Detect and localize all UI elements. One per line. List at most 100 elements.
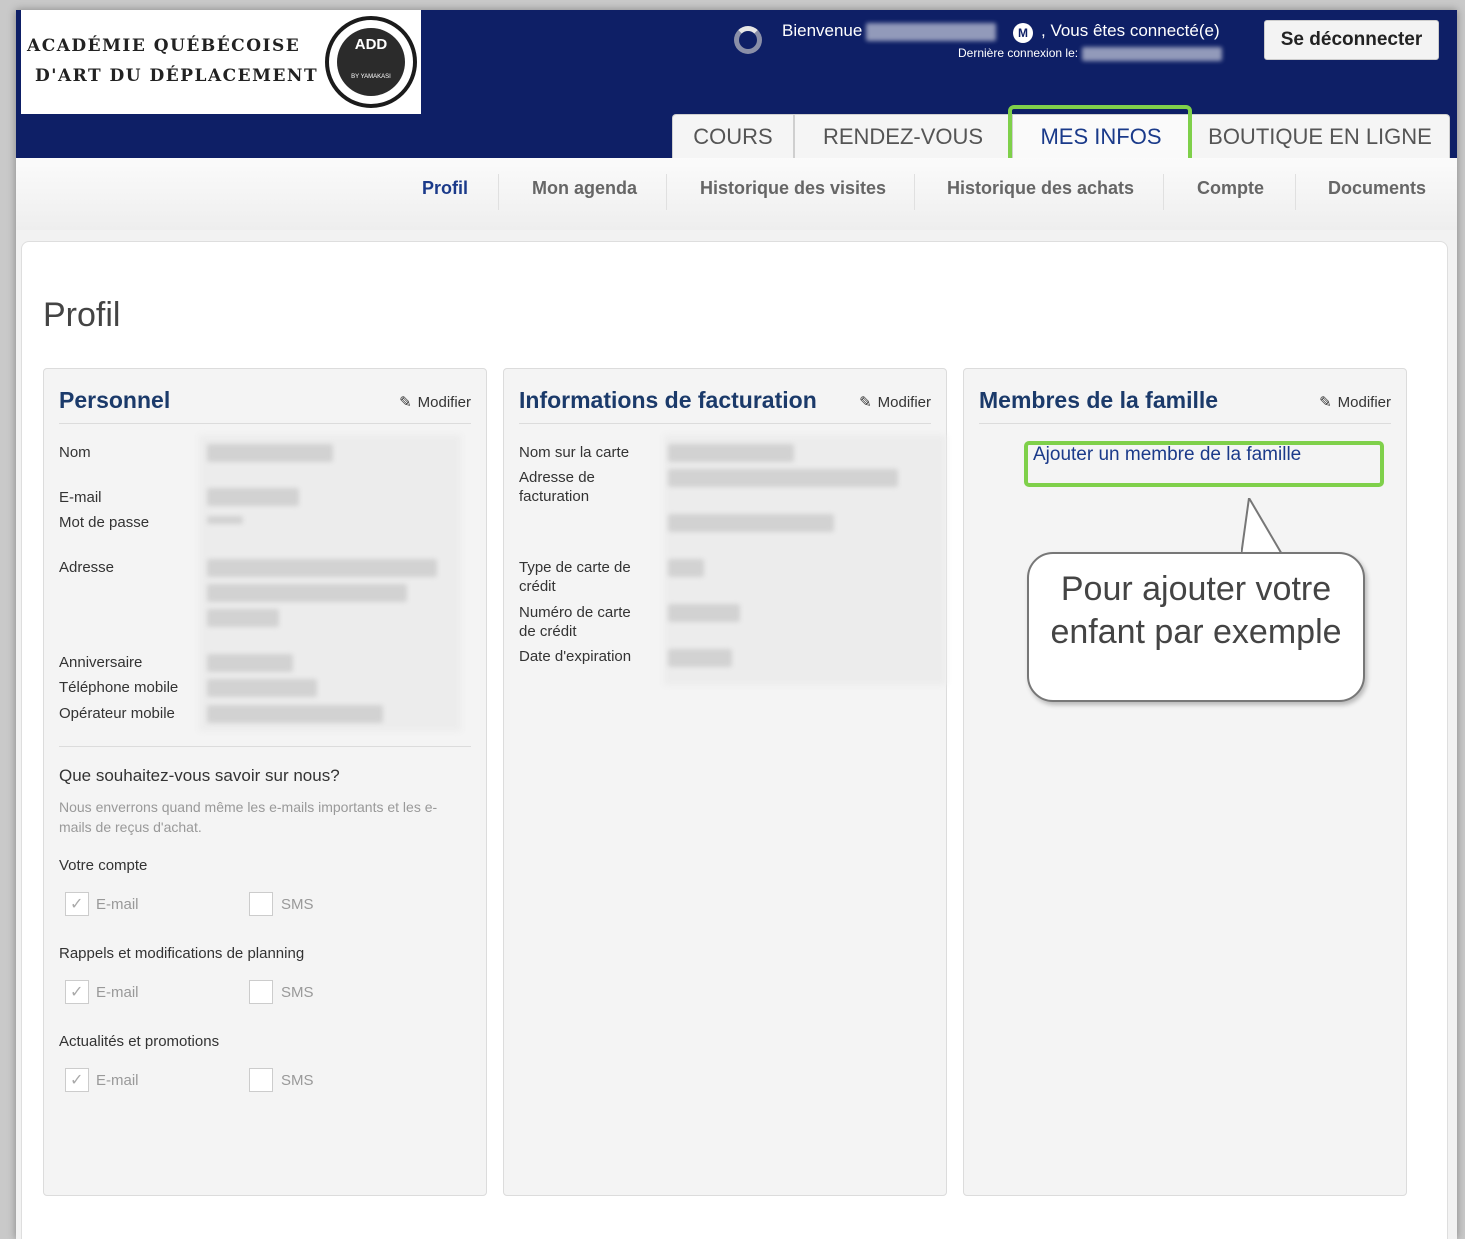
label-address: Adresse — [59, 559, 115, 576]
add-member-highlight-box — [1024, 441, 1384, 487]
panel-divider — [979, 423, 1391, 424]
connected-status: , Vous êtes connecté(e) — [1041, 21, 1220, 40]
label-mobile: Téléphone mobile — [59, 679, 179, 696]
group-label-reminders: Rappels et modifications de planning — [59, 945, 305, 962]
subnav-profil[interactable]: Profil — [422, 178, 468, 200]
value-birthday — [207, 654, 293, 672]
label-card-type-2: crédit — [519, 578, 556, 595]
value-address-3 — [207, 609, 279, 627]
checkbox-label-email: E-mail — [96, 896, 139, 913]
brand-line-2: D'ART DU DÉPLACEMENT — [35, 66, 319, 86]
checkbox-label-sms: SMS — [281, 1072, 314, 1089]
value-card-number — [668, 604, 740, 622]
checkbox-reminders-sms[interactable] — [249, 980, 273, 1004]
personal-edit-button[interactable]: ✎ Modifier — [399, 393, 471, 411]
logout-button[interactable]: Se déconnecter — [1264, 20, 1439, 60]
checkbox-account-email[interactable] — [65, 892, 89, 916]
sub-navigation: Profil Mon agenda Historique des visites… — [16, 158, 1457, 230]
subnav-divider — [1295, 174, 1296, 210]
subnav-divider — [666, 174, 667, 210]
last-login-value-redacted — [1082, 46, 1223, 61]
tab-cours[interactable]: COURS — [672, 114, 794, 158]
last-login: Dernière connexion le: — [958, 46, 1223, 61]
app-window: ACADÉMIE QUÉBÉCOISE D'ART DU DÉPLACEMENT… — [16, 10, 1457, 1239]
value-expiry — [668, 649, 732, 667]
group-label-account: Votre compte — [59, 857, 148, 874]
panel-divider — [519, 423, 931, 424]
checkbox-label-email: E-mail — [96, 1072, 139, 1089]
value-billing-address-2 — [668, 514, 834, 532]
panel-divider — [59, 746, 471, 747]
header-bar: ACADÉMIE QUÉBÉCOISE D'ART DU DÉPLACEMENT… — [16, 10, 1457, 166]
label-email: E-mail — [59, 489, 102, 506]
checkbox-news-email[interactable] — [65, 1068, 89, 1092]
label-nom: Nom — [59, 444, 91, 461]
label-expiry: Date d'expiration — [519, 648, 632, 665]
subnav-divider — [498, 174, 499, 210]
label-billing-address-2: facturation — [519, 488, 590, 505]
subnav-historique-visites[interactable]: Historique des visites — [700, 178, 886, 200]
label-card-number-1: Numéro de carte — [519, 604, 631, 621]
subnav-compte[interactable]: Compte — [1197, 178, 1264, 200]
value-billing-address-1 — [668, 469, 898, 487]
checkbox-label-email: E-mail — [96, 984, 139, 1001]
billing-edit-button[interactable]: ✎ Modifier — [859, 393, 931, 411]
label-carrier: Opérateur mobile — [59, 705, 175, 722]
family-edit-label: Modifier — [1337, 394, 1391, 411]
label-billing-address-1: Adresse de — [519, 469, 595, 486]
value-address-2 — [207, 584, 407, 602]
tab-highlight-box — [1008, 105, 1192, 166]
page-title: Profil — [43, 296, 121, 334]
subnav-historique-achats[interactable]: Historique des achats — [947, 178, 1134, 200]
content-card: Profil Personnel ✎ Modifier Nom E-mail Mo… — [21, 241, 1448, 1239]
checkbox-label-sms: SMS — [281, 984, 314, 1001]
family-edit-button[interactable]: ✎ Modifier — [1319, 393, 1391, 411]
value-password — [207, 516, 243, 524]
emblem-sub: BY YAMAKASI — [351, 74, 391, 80]
personal-panel: Personnel ✎ Modifier Nom E-mail Mot de pa… — [43, 368, 487, 1196]
billing-edit-label: Modifier — [877, 394, 931, 411]
user-name-redacted — [866, 22, 997, 41]
prefs-title: Que souhaitez-vous savoir sur nous? — [59, 766, 340, 785]
pencil-icon: ✎ — [399, 394, 412, 411]
subnav-divider — [914, 174, 915, 210]
value-nom — [207, 444, 333, 462]
prefs-hint: Nous enverrons quand même les e-mails im… — [59, 799, 438, 835]
welcome-text: Bienvenue — [782, 21, 1000, 41]
value-address-1 — [207, 559, 437, 577]
tab-boutique[interactable]: BOUTIQUE EN LIGNE — [1190, 114, 1450, 158]
checkbox-label-sms: SMS — [281, 896, 314, 913]
value-carrier — [207, 705, 383, 723]
label-card-name: Nom sur la carte — [519, 444, 630, 461]
label-card-number-2: de crédit — [519, 623, 577, 640]
subnav-mon-agenda[interactable]: Mon agenda — [532, 178, 637, 200]
subnav-divider — [1163, 174, 1164, 210]
group-label-news: Actualités et promotions — [59, 1033, 220, 1050]
subnav-documents[interactable]: Documents — [1328, 178, 1426, 200]
label-card-type-1: Type de carte de — [519, 559, 631, 576]
billing-panel: Informations de facturation ✎ Modifier No… — [503, 368, 947, 1196]
panel-divider — [59, 423, 471, 424]
personal-edit-label: Modifier — [417, 394, 471, 411]
personal-title: Personnel — [59, 387, 171, 413]
welcome-label: Bienvenue — [782, 21, 863, 40]
callout-bubble: Pour ajouter votre enfant par exemple — [1027, 552, 1365, 702]
user-badge-icon[interactable]: M — [1013, 23, 1033, 43]
brand-logo[interactable]: ACADÉMIE QUÉBÉCOISE D'ART DU DÉPLACEMENT… — [21, 10, 421, 114]
family-panel: Membres de la famille ✎ Modifier — [963, 368, 1407, 1196]
label-password: Mot de passe — [59, 514, 150, 531]
last-login-label: Dernière connexion le: — [958, 46, 1079, 60]
label-birthday: Anniversaire — [59, 654, 143, 671]
emblem-text: ADD — [354, 36, 388, 53]
brand-emblem-icon: ADD BY YAMAKASI — [325, 16, 417, 108]
value-mobile — [207, 679, 317, 697]
checkbox-news-sms[interactable] — [249, 1068, 273, 1092]
checkbox-reminders-email[interactable] — [65, 980, 89, 1004]
tab-rendez-vous[interactable]: RENDEZ-VOUS — [794, 114, 1012, 158]
checkbox-account-sms[interactable] — [249, 892, 273, 916]
pencil-icon: ✎ — [1319, 394, 1332, 411]
value-card-name — [668, 444, 794, 462]
callout-text: Pour ajouter votre enfant par exemple — [1050, 570, 1342, 651]
loading-spinner-icon — [734, 26, 762, 54]
callout-pointer-icon — [1241, 498, 1285, 556]
